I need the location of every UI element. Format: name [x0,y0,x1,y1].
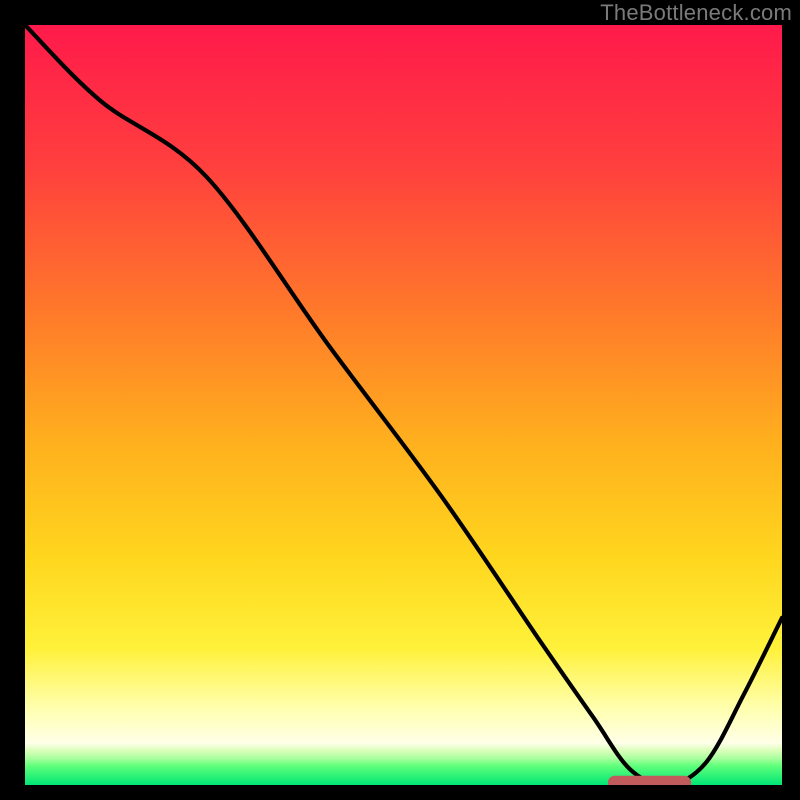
optimum-marker [608,776,691,790]
chart-stage: TheBottleneck.com [0,0,800,800]
attribution-label: TheBottleneck.com [600,0,792,26]
bottleneck-chart [0,0,800,800]
plot-background [25,25,782,785]
